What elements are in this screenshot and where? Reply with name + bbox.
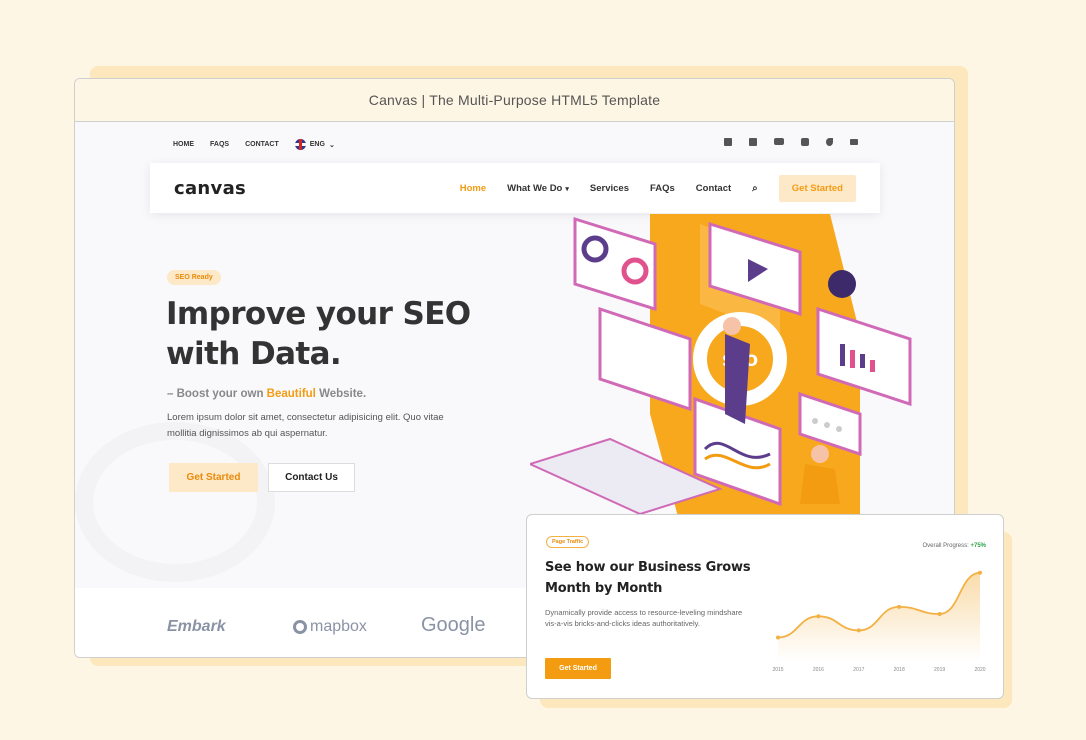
instagram-icon[interactable] — [801, 138, 809, 146]
page-traffic-badge: Page Traffic — [546, 536, 590, 548]
chart-point — [937, 611, 942, 616]
nav-item-what-we-do[interactable]: What We Do ▾ — [507, 183, 569, 194]
tagline-prefix: – Boost your own — [167, 388, 267, 400]
tagline-highlight: Beautiful — [266, 388, 316, 400]
megaphone-icon — [828, 270, 856, 298]
card-description: Dynamically provide access to resource-l… — [545, 608, 743, 628]
search-icon[interactable]: ⌕ — [752, 183, 758, 194]
youtube-icon[interactable] — [774, 138, 784, 145]
chart-x-tick-label: 2020 — [974, 667, 985, 673]
chart-point — [776, 635, 780, 640]
chart-point — [897, 604, 902, 609]
nav-item-label: What We Do — [507, 182, 563, 194]
phone-icon[interactable] — [826, 138, 833, 146]
chart-x-tick-label: 2015 — [772, 667, 783, 673]
chart-point — [978, 570, 982, 575]
top-bar-links: HOME FAQS CONTACT ENG ⌄ — [173, 139, 335, 150]
chart-x-tick-label: 2019 — [934, 667, 945, 673]
get-started-nav-button[interactable]: Get Started — [778, 174, 856, 202]
chart-area — [778, 572, 980, 661]
language-label: ENG — [309, 141, 325, 148]
card-title: See how our Business Grows Month by Mont… — [545, 560, 751, 596]
person-figure — [800, 464, 840, 504]
email-icon[interactable] — [850, 139, 858, 145]
card-get-started-button[interactable]: Get Started — [545, 658, 611, 679]
google-logo: Google — [421, 614, 486, 636]
chevron-down-icon: ▾ — [565, 185, 569, 193]
topbar-link-contact[interactable]: CONTACT — [245, 141, 279, 148]
traffic-card: Page Traffic Overall Progress: +75% See … — [526, 514, 1004, 699]
social-icons — [724, 138, 858, 146]
chart-point — [856, 628, 861, 633]
language-selector[interactable]: ENG ⌄ — [294, 139, 335, 150]
get-started-button[interactable]: Get Started — [169, 463, 258, 492]
chart-point — [816, 614, 821, 619]
progress-value: +75% — [970, 543, 986, 549]
facebook-icon[interactable] — [724, 138, 732, 146]
twitter-icon[interactable] — [749, 138, 757, 146]
overall-progress: Overall Progress: +75% — [922, 543, 986, 549]
window-title: Canvas | The Multi-Purpose HTML5 Templat… — [75, 79, 954, 122]
chart-x-tick-label: 2016 — [813, 667, 824, 673]
uk-flag-icon — [294, 139, 306, 150]
contact-us-button[interactable]: Contact Us — [268, 463, 355, 492]
hero-title: Improve your SEO with Data. — [166, 294, 486, 374]
nav-item-services[interactable]: Services — [590, 183, 629, 194]
nav-item-faqs[interactable]: FAQs — [650, 183, 675, 194]
nav-item-home[interactable]: Home — [460, 183, 486, 194]
decorative-shape — [75, 422, 275, 582]
nav-item-contact[interactable]: Contact — [696, 183, 731, 194]
mapbox-logo: mapbox — [293, 618, 367, 636]
main-navigation: canvas Home What We Do ▾ Services FAQs Co… — [150, 163, 880, 213]
hero-description: Lorem ipsum dolor sit amet, consectetur … — [167, 412, 444, 439]
seo-illustration: SEO — [530, 214, 912, 524]
mapbox-label: mapbox — [310, 618, 367, 635]
chevron-down-icon: ⌄ — [328, 141, 335, 149]
tagline-suffix: Website. — [315, 388, 367, 400]
hero-title-line-1: Improve your SEO — [166, 296, 471, 332]
hero-title-line-2: with Data. — [166, 336, 342, 372]
traffic-chart: 2015 2016 2017 2018 2019 2020 — [772, 570, 986, 673]
chart-x-tick-label: 2018 — [894, 667, 905, 673]
nav-menu: Home What We Do ▾ Services FAQs Contact ⌕… — [460, 174, 856, 202]
progress-label: Overall Progress: — [922, 543, 969, 549]
mapbox-icon — [293, 620, 307, 634]
site-logo[interactable]: canvas — [174, 178, 246, 199]
seo-ready-badge: SEO Ready — [167, 270, 221, 285]
hero-tagline: – Boost your own Beautiful Website. — [167, 388, 366, 400]
topbar-link-home[interactable]: HOME — [173, 141, 194, 148]
embark-logo: Embark — [167, 618, 226, 635]
topbar-link-faqs[interactable]: FAQS — [210, 141, 229, 148]
chart-x-tick-label: 2017 — [853, 667, 864, 673]
